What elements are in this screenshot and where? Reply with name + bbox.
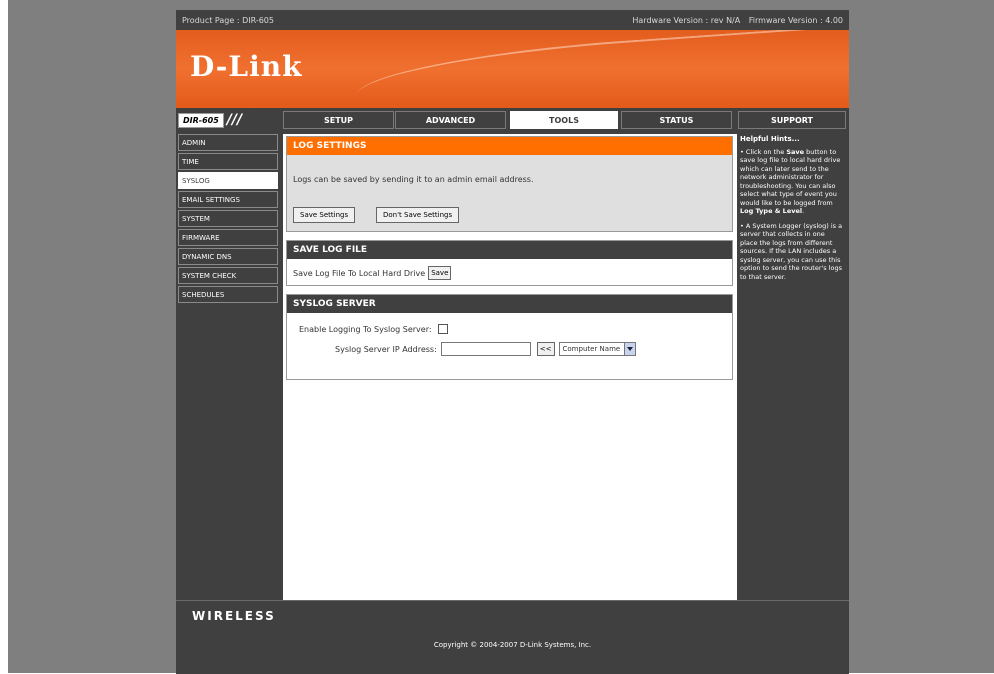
- sidebar-item-admin[interactable]: ADMIN: [178, 134, 278, 151]
- sidebar-item-firmware[interactable]: FIRMWARE: [178, 229, 278, 246]
- sidebar-item-email-settings[interactable]: EMAIL SETTINGS: [178, 191, 278, 208]
- tab-advanced[interactable]: ADVANCED: [395, 111, 506, 129]
- log-settings-title: LOG SETTINGS: [287, 137, 732, 155]
- syslog-ip-label: Syslog Server IP Address:: [335, 344, 437, 354]
- dlink-logo: D-Link: [190, 50, 303, 83]
- dont-save-settings-button[interactable]: Don't Save Settings: [376, 207, 460, 223]
- sidebar-menu: ADMIN TIME SYSLOG EMAIL SETTINGS SYSTEM …: [176, 132, 280, 305]
- banner-swoosh: [354, 30, 849, 108]
- sidebar-item-system[interactable]: SYSTEM: [178, 210, 278, 227]
- chevron-down-icon: [624, 343, 636, 355]
- router-admin-frame: Product Page : DIR-605 Hardware Version …: [176, 10, 849, 674]
- version-info: Hardware Version : rev N/A Firmware Vers…: [626, 16, 843, 25]
- hardware-version-text: Hardware Version : rev N/A: [632, 15, 741, 25]
- tab-status[interactable]: STATUS: [621, 111, 732, 129]
- save-log-file-panel: SAVE LOG FILE Save Log File To Local Har…: [286, 240, 733, 286]
- save-settings-button[interactable]: Save Settings: [293, 207, 356, 223]
- syslog-ip-input[interactable]: [440, 342, 531, 356]
- header-banner: D-Link: [176, 30, 849, 108]
- info-bar: Product Page : DIR-605 Hardware Version …: [176, 10, 849, 30]
- syslog-server-panel: SYSLOG SERVER Enable Logging To Syslog S…: [286, 294, 733, 380]
- enable-logging-checkbox[interactable]: [437, 324, 448, 334]
- hint-save-log: • Click on the Save button to save log f…: [740, 147, 841, 216]
- sidebar-item-time[interactable]: TIME: [178, 153, 278, 170]
- computer-name-select[interactable]: Computer Name: [558, 342, 637, 356]
- tab-setup[interactable]: SETUP: [283, 111, 394, 129]
- log-settings-description: Logs can be saved by sending it to an ad…: [293, 175, 534, 184]
- product-page-text: Product Page : DIR-605: [182, 15, 274, 25]
- helpful-hints-title: Helpful Hints...: [740, 135, 800, 143]
- hint-syslog-server: • A System Logger (syslog) is a server t…: [740, 221, 843, 281]
- model-badge: DIR-605 ///: [178, 111, 278, 129]
- tab-support[interactable]: SUPPORT: [738, 111, 846, 129]
- save-log-button[interactable]: Save: [428, 266, 452, 280]
- main-content: LOG SETTINGS Logs can be saved by sendin…: [283, 134, 737, 600]
- sidebar-item-dynamic-dns[interactable]: DYNAMIC DNS: [178, 248, 278, 265]
- sidebar-item-syslog[interactable]: SYSLOG: [178, 172, 278, 189]
- computer-name-select-value: Computer Name: [562, 345, 621, 353]
- model-name: DIR-605: [178, 112, 224, 128]
- copy-computer-ip-button[interactable]: <<: [536, 342, 555, 356]
- wireless-label: WIRELESS: [192, 609, 276, 623]
- sidebar-item-system-check[interactable]: SYSTEM CHECK: [178, 267, 278, 284]
- helpful-hints-panel: Helpful Hints... • Click on the Save but…: [738, 134, 846, 600]
- tab-tools[interactable]: TOOLS: [510, 111, 618, 129]
- syslog-server-title: SYSLOG SERVER: [287, 295, 732, 313]
- footer-bar: WIRELESS: [176, 600, 849, 631]
- top-navigation: DIR-605 /// SETUP ADVANCED TOOLS STATUS …: [176, 108, 849, 132]
- sidebar-item-schedules[interactable]: SCHEDULES: [178, 286, 278, 303]
- save-log-file-title: SAVE LOG FILE: [287, 241, 732, 259]
- enable-logging-label: Enable Logging To Syslog Server:: [299, 324, 432, 334]
- log-settings-panel: LOG SETTINGS Logs can be saved by sendin…: [286, 136, 733, 232]
- firmware-version-text: Firmware Version : 4.00: [748, 15, 843, 25]
- copyright-text: Copyright © 2004-2007 D-Link Systems, In…: [433, 641, 592, 649]
- model-slashes: ///: [226, 112, 243, 128]
- save-log-file-label: Save Log File To Local Hard Drive: [293, 268, 426, 278]
